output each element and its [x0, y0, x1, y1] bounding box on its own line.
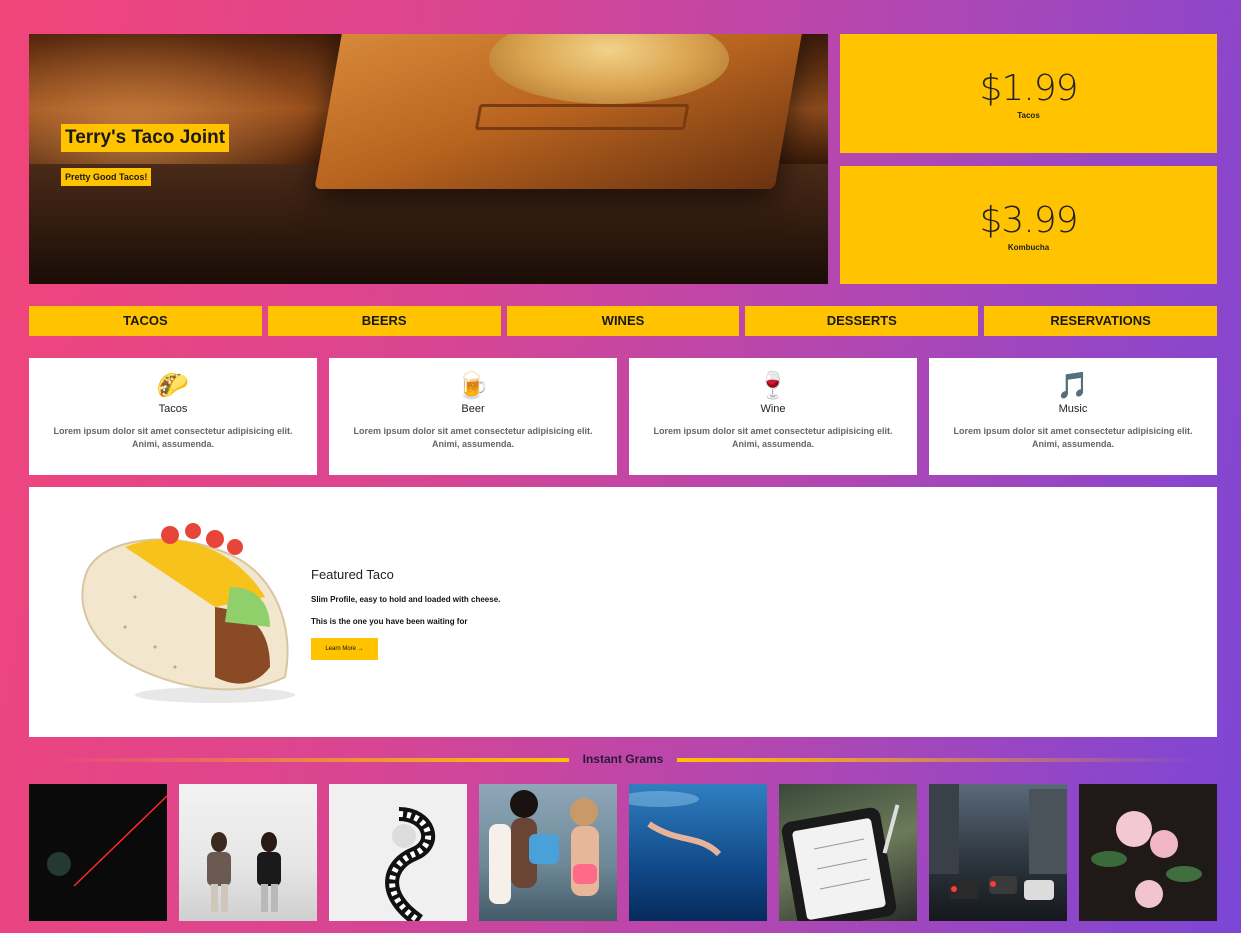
nav-beers[interactable]: BEERS [267, 306, 501, 336]
card-title: Wine [760, 403, 786, 415]
featured-section: Featured Taco Slim Profile, easy to hold… [29, 487, 1217, 737]
nav-desserts[interactable]: DESSERTS [745, 306, 979, 336]
gram-photo-people[interactable] [179, 784, 317, 921]
card-tacos: 🌮 Tacos Lorem ipsum dolor sit amet conse… [29, 358, 317, 475]
hero-banner: Terry's Taco Joint Pretty Good Tacos! [29, 34, 828, 284]
beer-icon: 🍺 [456, 371, 490, 401]
featured-line-1: Slim Profile, easy to hold and loaded wi… [311, 595, 501, 604]
instagram-title: Instant Grams [582, 752, 664, 766]
nav-reservations[interactable]: RESERVATIONS [984, 306, 1217, 336]
price-card-kombucha: $3.99 Kombucha [840, 166, 1217, 284]
card-text: Lorem ipsum dolor sit amet consectetur a… [353, 426, 593, 449]
gram-photo-traffic[interactable] [929, 784, 1067, 921]
price-label: Tacos [1017, 111, 1040, 120]
gram-photo-flowers[interactable] [1079, 784, 1217, 921]
gram-photo-underwater[interactable] [629, 784, 767, 921]
card-beer: 🍺 Beer Lorem ipsum dolor sit amet consec… [329, 358, 617, 475]
card-text: Lorem ipsum dolor sit amet consectetur a… [53, 426, 293, 449]
card-title: Tacos [158, 403, 188, 415]
gram-photo-beach[interactable] [479, 784, 617, 921]
card-text: Lorem ipsum dolor sit amet consectetur a… [653, 426, 893, 449]
spiral-staircase [385, 807, 436, 921]
wine-icon: 🍷 [756, 371, 790, 401]
instagram-grid [29, 784, 1217, 921]
price-card-tacos: $1.99 Tacos [840, 34, 1217, 153]
board-handle-slot [474, 104, 690, 130]
price-label: Kombucha [1007, 243, 1050, 252]
hero-subtitle: Pretty Good Tacos! [61, 168, 152, 186]
gram-photo-staircase[interactable] [329, 784, 467, 921]
instagram-heading: Instant Grams [29, 752, 1217, 766]
main-nav: TACOS BEERS WINES DESSERTS RESERVATIONS [29, 306, 1217, 336]
pink-flowers [1091, 811, 1202, 908]
gram-photo-tablet[interactable] [779, 784, 917, 921]
tablet-sketch [781, 804, 900, 921]
nav-tacos[interactable]: TACOS [29, 306, 262, 336]
price-amount: $3.99 [979, 200, 1078, 241]
featured-line-2: This is the one you have been waiting fo… [311, 617, 468, 626]
nav-wines[interactable]: WINES [506, 306, 740, 336]
card-text: Lorem ipsum dolor sit amet consectetur a… [953, 426, 1193, 449]
music-icon: 🎵 [1056, 371, 1090, 401]
featured-taco-image [81, 523, 295, 703]
card-title: Beer [461, 403, 485, 415]
city-traffic [929, 784, 1067, 900]
gram-photo-laser[interactable] [29, 784, 167, 921]
feature-cards: 🌮 Tacos Lorem ipsum dolor sit amet conse… [29, 358, 1217, 475]
beach-figures [489, 790, 599, 904]
card-music: 🎵 Music Lorem ipsum dolor sit amet conse… [929, 358, 1217, 475]
learn-more-button[interactable]: Learn More → [311, 638, 378, 660]
card-title: Music [1058, 403, 1088, 415]
featured-title: Featured Taco [311, 567, 394, 582]
swimmer [629, 791, 722, 857]
hero-title: Terry's Taco Joint [61, 124, 230, 152]
taco-icon: 🌮 [156, 371, 190, 401]
laser-beam [47, 795, 167, 887]
price-amount: $1.99 [979, 68, 1078, 109]
card-wine: 🍷 Wine Lorem ipsum dolor sit amet consec… [629, 358, 917, 475]
people-figures [207, 832, 281, 912]
